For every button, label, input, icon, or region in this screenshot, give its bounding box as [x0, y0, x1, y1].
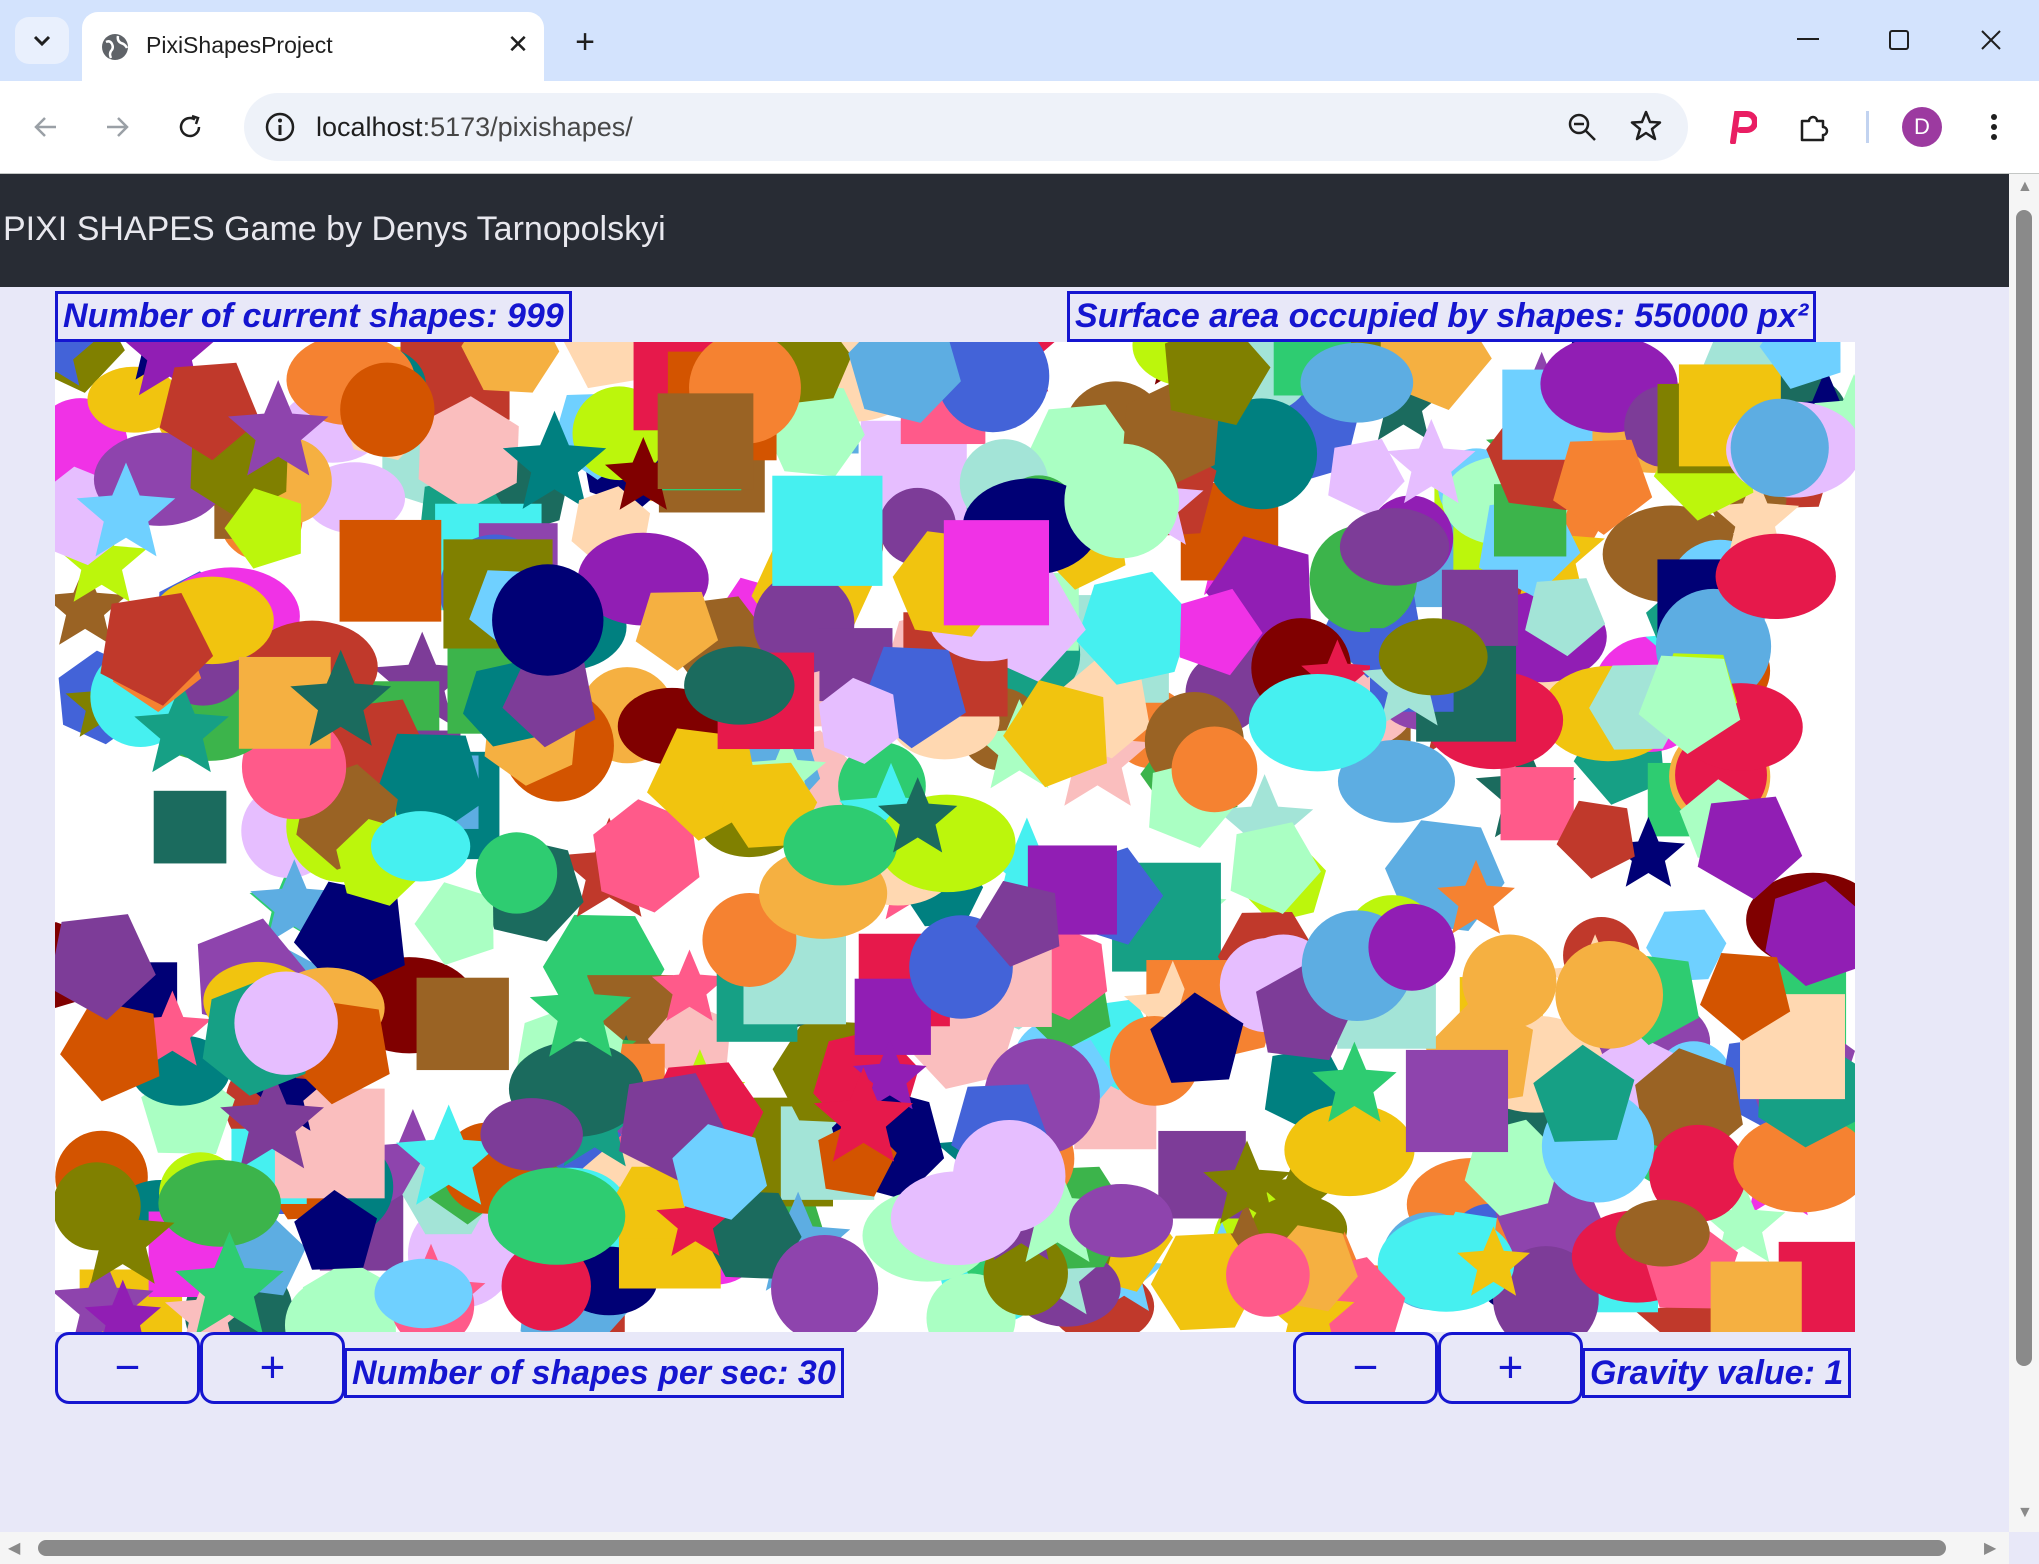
page-viewport: PIXI SHAPES Game by Denys Tarnopolskyi N… [0, 174, 2009, 1532]
new-tab-button[interactable]: + [563, 20, 607, 64]
back-icon[interactable] [22, 103, 70, 151]
shape-ellipse[interactable] [487, 1167, 626, 1265]
shape-rect[interactable] [1500, 767, 1574, 841]
globe-icon [102, 34, 129, 60]
shape-ellipse[interactable] [1064, 443, 1180, 559]
shape-ellipse[interactable] [492, 564, 604, 676]
shape-rect[interactable] [339, 519, 442, 622]
app-header: PIXI SHAPES Game by Denys Tarnopolskyi [0, 174, 2009, 287]
vertical-scrollbar[interactable]: ▲ ▼ [2009, 174, 2039, 1532]
decrease-gravity-button[interactable]: − [1293, 1332, 1438, 1404]
shape-rect[interactable] [772, 475, 883, 586]
vertical-scroll-thumb[interactable] [2016, 210, 2032, 1366]
shape-polygon[interactable] [414, 882, 494, 965]
shapes-count-label: Number of current shapes: 999 [55, 291, 572, 342]
shape-ellipse[interactable] [1615, 1199, 1710, 1267]
browser-toolbar: localhost:5173/pixishapes/ D [0, 81, 2039, 173]
extensions-icon[interactable] [1790, 103, 1838, 151]
shape-ellipse[interactable] [1171, 726, 1258, 813]
profile-avatar[interactable]: D [1902, 107, 1942, 147]
shape-ellipse[interactable] [1555, 941, 1664, 1049]
shape-ellipse[interactable] [370, 811, 471, 882]
close-window-icon[interactable] [1966, 18, 2016, 62]
scroll-down-icon[interactable]: ▼ [2017, 1504, 2033, 1522]
bookmark-star-icon[interactable] [1629, 109, 1663, 143]
scroll-left-icon[interactable]: ◀ [8, 1538, 20, 1558]
shape-ellipse[interactable] [475, 832, 558, 914]
shape-ellipse[interactable] [1715, 533, 1836, 620]
tab-search-button[interactable] [15, 17, 69, 64]
address-bar[interactable]: localhost:5173/pixishapes/ [244, 93, 1688, 161]
toolbar-divider [1866, 111, 1869, 143]
minimize-icon[interactable] [1783, 18, 1833, 62]
shape-ellipse[interactable] [1462, 934, 1557, 1029]
increase-gravity-button[interactable]: + [1438, 1332, 1583, 1404]
shape-ellipse[interactable] [890, 1171, 1024, 1266]
tab-strip: PixiShapesProject ✕ + [0, 0, 2039, 81]
site-info-icon[interactable] [264, 111, 296, 143]
surface-area-label: Surface area occupied by shapes: 550000 … [1067, 291, 1817, 342]
close-tab-icon[interactable]: ✕ [500, 26, 536, 62]
url-text: localhost:5173/pixishapes/ [316, 112, 633, 142]
pixel-extension-icon[interactable] [1718, 103, 1766, 151]
shape-ellipse[interactable] [1300, 342, 1414, 423]
shape-rect[interactable] [1405, 1049, 1509, 1153]
horizontal-scrollbar[interactable]: ◀ ▶ [0, 1532, 2009, 1564]
shapes-layer [55, 342, 1855, 1332]
reload-icon[interactable] [166, 103, 214, 151]
horizontal-scroll-thumb[interactable] [38, 1540, 1946, 1556]
game-canvas[interactable] [55, 342, 1855, 1332]
tab-title: PixiShapesProject [146, 32, 333, 58]
shape-rect[interactable] [153, 790, 227, 864]
increase-shapes-per-sec-button[interactable]: + [200, 1332, 345, 1404]
browser-chrome: PixiShapesProject ✕ + localhost:5173/pix… [0, 0, 2039, 174]
shape-ellipse[interactable] [1226, 1233, 1310, 1317]
shape-ellipse[interactable] [374, 1258, 473, 1329]
shape-rect[interactable] [657, 393, 754, 490]
shape-ellipse[interactable] [1730, 398, 1829, 497]
zoom-out-icon[interactable] [1566, 111, 1598, 143]
shape-ellipse[interactable] [1339, 508, 1450, 586]
decrease-shapes-per-sec-button[interactable]: − [55, 1332, 200, 1404]
shape-ellipse[interactable] [1368, 903, 1456, 991]
scroll-right-icon[interactable]: ▶ [1984, 1538, 1996, 1558]
more-menu-icon[interactable] [1970, 103, 2018, 151]
shape-rect[interactable] [943, 520, 1050, 626]
shape-ellipse[interactable] [158, 1159, 281, 1247]
maximize-icon[interactable] [1874, 18, 1924, 62]
shape-ellipse[interactable] [1378, 618, 1488, 696]
shape-ellipse[interactable] [684, 646, 795, 725]
shape-rect[interactable] [416, 977, 509, 1071]
shape-ellipse[interactable] [1284, 1103, 1415, 1197]
shape-ellipse[interactable] [1248, 673, 1387, 772]
forward-icon[interactable] [93, 103, 141, 151]
scroll-up-icon[interactable]: ▲ [2017, 178, 2033, 196]
shape-ellipse[interactable] [234, 971, 338, 1075]
shape-ellipse[interactable] [480, 1098, 583, 1171]
chevron-down-icon [33, 35, 51, 46]
gravity-label: Gravity value: 1 [1582, 1348, 1852, 1398]
shapes-per-sec-label: Number of shapes per sec: 30 [344, 1348, 844, 1398]
shape-ellipse[interactable] [783, 804, 898, 886]
shape-ellipse[interactable] [1069, 1183, 1173, 1258]
shape-rect[interactable] [1710, 1261, 1802, 1332]
shape-ellipse[interactable] [340, 362, 435, 457]
app-title: PIXI SHAPES Game by Denys Tarnopolskyi [3, 210, 666, 248]
browser-tab[interactable]: PixiShapesProject ✕ [82, 12, 544, 81]
